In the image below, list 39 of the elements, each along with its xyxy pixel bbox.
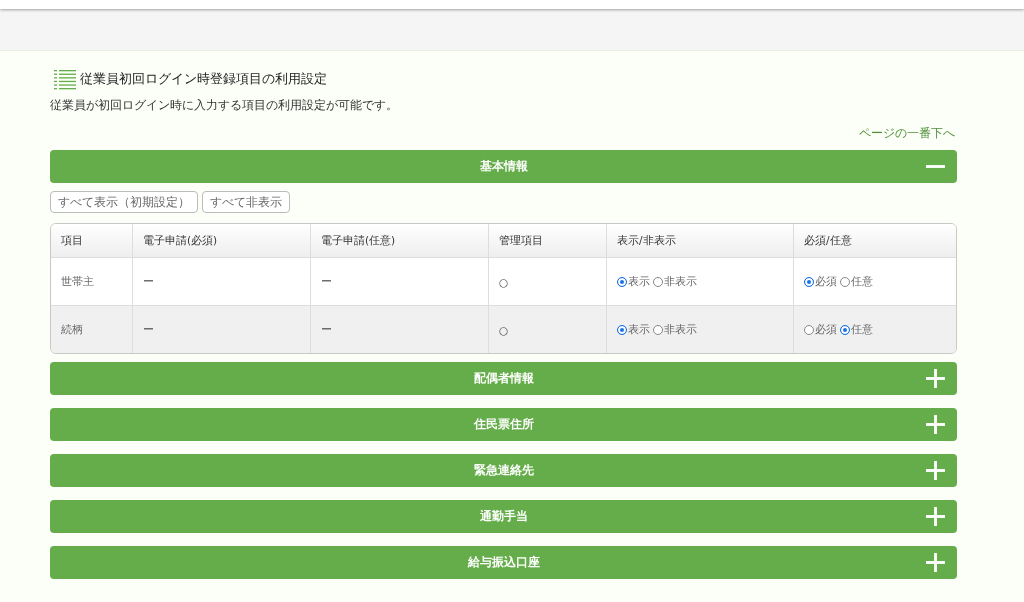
plus-icon[interactable] (926, 507, 945, 526)
radio-option[interactable]: 必須 (804, 322, 837, 337)
table-cell: ー (311, 306, 489, 353)
plus-icon[interactable] (926, 369, 945, 388)
column-header: 電子申請(必須) (133, 224, 311, 258)
table-cell: ー (133, 306, 311, 353)
table-cell: ー (311, 258, 489, 306)
plus-icon[interactable] (926, 415, 945, 434)
list-icon (54, 68, 76, 90)
column-header: 表示/非表示 (607, 224, 794, 258)
radio-option[interactable]: 非表示 (653, 274, 697, 289)
column-header: 必須/任意 (794, 224, 956, 258)
radio-option[interactable]: 表示 (617, 274, 650, 289)
section-title: 住民票住所 (473, 417, 534, 432)
plus-icon[interactable] (926, 461, 945, 480)
plus-icon[interactable] (926, 553, 945, 572)
radio-option[interactable]: 非表示 (653, 322, 697, 337)
table-cell: ○ (489, 258, 607, 306)
page-description: 従業員が初回ログイン時に入力する項目の利用設定が可能です。 (50, 98, 399, 113)
outline-button[interactable]: すべて表示（初期設定） (50, 191, 198, 213)
page-title: 従業員初回ログイン時登録項目の利用設定 (80, 70, 327, 88)
section-title: 配偶者情報 (473, 371, 534, 386)
table-cell: 世帯主 (51, 258, 133, 306)
table-cell: ー (133, 258, 311, 306)
table-cell: ○ (489, 306, 607, 353)
column-header: 電子申請(任意) (311, 224, 489, 258)
column-header: 項目 (51, 224, 133, 258)
section-title: 給与振込口座 (467, 555, 540, 570)
table-cell: 続柄 (51, 306, 133, 353)
radio-option[interactable]: 必須 (804, 274, 837, 289)
radio-option[interactable]: 表示 (617, 322, 650, 337)
section-title: 基本情報 (479, 159, 528, 174)
section-title: 通勤手当 (479, 509, 528, 524)
column-header: 管理項目 (489, 224, 607, 258)
radio-option[interactable]: 任意 (840, 274, 873, 289)
jump-link[interactable]: ページの一番下へ (859, 125, 955, 142)
radio-option[interactable]: 任意 (840, 322, 873, 337)
outline-button[interactable]: すべて非表示 (202, 191, 290, 213)
section-title: 緊急連絡先 (473, 463, 534, 478)
